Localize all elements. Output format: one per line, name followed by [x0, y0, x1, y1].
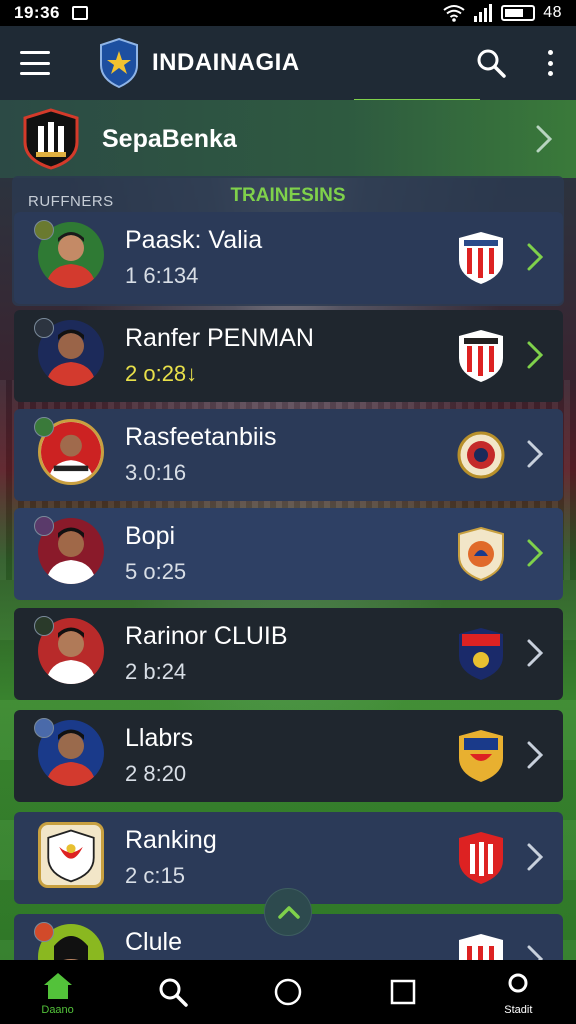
more-vertical-icon[interactable]: [544, 50, 556, 76]
club-shield-icon: [459, 232, 503, 284]
club-crest-icon: [23, 108, 79, 170]
club-shield-icon: [459, 934, 503, 960]
club-round-crest-icon: [457, 431, 505, 479]
section-label-center[interactable]: TRAINESINS: [0, 185, 576, 207]
nav-stadium-label: Stadit: [504, 1003, 533, 1016]
status-right: 48: [443, 4, 562, 22]
player-card[interactable]: Bopi 5 o:25: [14, 508, 563, 600]
signal-icon: [474, 4, 493, 22]
player-card[interactable]: Ranfer PENMAN 2 o:28↓: [14, 310, 563, 402]
player-score: 1 6:134: [125, 263, 199, 288]
status-time: 19:36: [14, 3, 60, 22]
image-notification-icon: [71, 6, 88, 20]
badge-icon: [34, 922, 54, 942]
club-shield-icon: [459, 832, 503, 884]
club-header-row[interactable]: SepaBenka: [0, 100, 576, 178]
player-name: Bopi: [125, 522, 176, 550]
battery-level: 48: [543, 4, 562, 21]
chevron-right-icon: [527, 843, 544, 871]
player-score: 3.0:16: [125, 460, 187, 485]
player-score: 5 o:25: [125, 559, 187, 584]
bottom-navigation: Daano Stadit: [0, 960, 576, 1024]
chevron-right-icon: [527, 243, 544, 271]
badge-icon: [34, 718, 54, 738]
app-bar: INDAINAGIA: [0, 26, 576, 102]
player-card[interactable]: Llabrs 2 8:20: [14, 710, 563, 802]
player-card[interactable]: Rasfeetanbiis 3.0:16: [14, 409, 563, 501]
player-name: Ranking: [125, 826, 217, 854]
badge-icon: [34, 417, 54, 437]
nav-stadium[interactable]: Stadit: [478, 960, 558, 1024]
app-title: INDAINAGIA: [152, 49, 300, 76]
ring-icon: [508, 973, 528, 992]
shield-star-icon: [100, 37, 138, 89]
nav-recents[interactable]: [363, 960, 443, 1024]
player-card[interactable]: Rarinor CLUIB 2 b:24: [14, 608, 563, 700]
status-bar: 19:36 48: [0, 0, 576, 26]
chevron-right-icon: [527, 539, 544, 567]
player-name: Llabrs: [125, 724, 194, 752]
chevron-up-icon: [278, 906, 300, 919]
menu-icon[interactable]: [20, 51, 50, 75]
search-icon[interactable]: [476, 48, 506, 78]
chevron-right-icon: [536, 125, 553, 153]
player-score: 2 c:15: [125, 863, 185, 888]
player-score: 2 8:20: [125, 761, 187, 786]
player-name: Clule: [125, 928, 182, 956]
battery-icon: [501, 5, 536, 21]
player-name: Ranfer PENMAN: [125, 324, 314, 352]
club-shield-icon: [459, 730, 503, 782]
nav-home[interactable]: Daano: [18, 960, 98, 1024]
chevron-right-icon: [527, 440, 544, 468]
circle-home-icon: [274, 978, 302, 1006]
club-name: SepaBenka: [102, 124, 237, 153]
player-name: Rasfeetanbiis: [125, 423, 277, 451]
badge-icon: [34, 516, 54, 536]
player-score: 2 b:24: [125, 659, 187, 684]
club-shield-icon: [459, 628, 503, 680]
chevron-right-icon: [527, 741, 544, 769]
scroll-to-top-button[interactable]: [264, 888, 312, 936]
player-score: 2 o:28↓: [125, 361, 198, 386]
chevron-right-icon: [527, 945, 544, 960]
nav-search[interactable]: [133, 960, 213, 1024]
badge-icon: [34, 616, 54, 636]
badge-icon: [34, 318, 54, 338]
club-shield-icon: [458, 526, 504, 582]
player-name: Rarinor CLUIB: [125, 622, 288, 650]
wifi-icon: [443, 5, 465, 22]
square-recents-icon: [390, 979, 416, 1005]
player-card[interactable]: Paask: Valia 1 6:134: [14, 212, 563, 304]
search-icon: [159, 978, 188, 1007]
chevron-right-icon: [527, 341, 544, 369]
club-shield-icon: [459, 330, 503, 382]
nav-home-label: Daano: [41, 1003, 74, 1016]
home-icon: [43, 972, 72, 999]
chevron-right-icon: [527, 639, 544, 667]
nav-system-home[interactable]: [248, 960, 328, 1024]
badge-icon: [34, 220, 54, 240]
club-emblem: [38, 822, 104, 888]
player-name: Paask: Valia: [125, 226, 263, 254]
